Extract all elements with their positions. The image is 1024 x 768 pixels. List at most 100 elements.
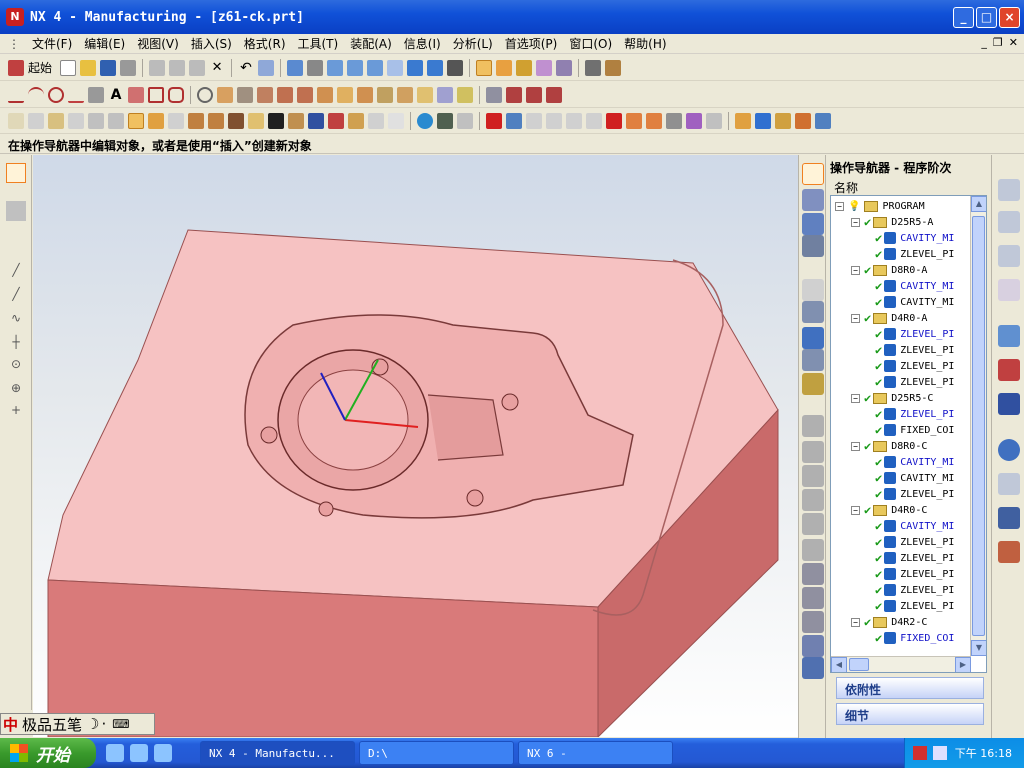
doc-minimize-button[interactable]: _ [981,36,987,49]
open-file-icon[interactable] [80,59,97,76]
system-materials-tab-icon[interactable] [998,541,1020,563]
tree-operation[interactable]: ✔ ZLEVEL_PI [875,358,954,374]
ime-keyboard-icon[interactable]: ⌨ [112,717,129,731]
tool-icon[interactable] [735,112,751,129]
point-tool-icon[interactable]: ┼ [6,335,26,355]
tool-lib-icon[interactable] [775,112,791,129]
show-desktop-icon[interactable] [130,744,148,762]
tree-vscrollbar[interactable]: ▲ ▼ [970,196,986,656]
details-section[interactable]: 细节 [836,703,984,725]
create-program-icon[interactable] [28,112,44,129]
boundary-icon[interactable] [586,112,602,129]
list-path-icon[interactable] [168,112,184,129]
menu-help[interactable]: 帮助(H) [624,35,666,52]
tree-operation[interactable]: ✔ ZLEVEL_PI [875,406,954,422]
graphics-viewport[interactable] [33,155,798,737]
save-icon[interactable] [100,59,117,76]
nav-geometry-icon[interactable] [802,213,824,235]
snap-icon[interactable] [496,59,513,76]
chamfer-icon[interactable] [297,86,313,103]
tree-operation[interactable]: ✔ CAVITY_MI [875,518,954,534]
media-player-icon[interactable] [154,744,172,762]
nav-tool-g-icon[interactable] [802,563,824,585]
nav-tool-k-icon[interactable] [802,657,824,679]
nav-tool-h-icon[interactable] [802,587,824,609]
offset-icon[interactable] [357,86,373,103]
ellipse-icon[interactable] [197,86,213,103]
tree-operation[interactable]: ✔ ZLEVEL_PI [875,486,954,502]
tree-operation[interactable]: ✔ ZLEVEL_PI [875,246,954,262]
shop-doc-icon[interactable] [308,112,324,129]
menu-analysis[interactable]: 分析(L) [453,35,493,52]
pattern-icon[interactable] [417,86,433,103]
tree-operation[interactable]: ✔ ZLEVEL_PI [875,326,954,342]
tree-operation[interactable]: ✔ CAVITY_MI [875,294,954,310]
nav-tool-e-icon[interactable] [802,513,824,535]
operation-tree[interactable]: ▲ ▼ ◀ ▶ − 💡 PROGRAM − ✔ D25R5-A ✔ CAVITY_MI ✔ ZLE… [830,195,987,673]
expand-toggle-icon[interactable]: − [835,201,844,211]
tray-app-icon[interactable] [912,746,927,760]
intersect-tool-icon[interactable]: + [6,403,26,423]
scroll-left-button[interactable]: ◀ [831,657,847,672]
tool-option-icon[interactable] [795,112,811,129]
nav-select-icon[interactable] [802,163,824,185]
close-button[interactable]: × [999,7,1020,28]
expand-toggle-icon[interactable]: − [851,617,860,627]
info-path-icon[interactable] [368,112,384,129]
quadrant-tool-icon[interactable]: ⊕ [6,381,26,401]
nav-view-icon[interactable] [802,349,824,371]
menu-assembly[interactable]: 装配(A) [350,35,392,52]
blank-icon[interactable] [388,112,404,129]
sheet-icon[interactable] [8,112,24,129]
geom-more-icon[interactable] [706,112,722,129]
tree-hscrollbar[interactable]: ◀ ▶ [831,656,971,672]
postprocess-icon[interactable] [288,112,304,129]
polygon-icon[interactable] [168,86,184,103]
tree-operation[interactable]: ✔ ZLEVEL_PI [875,566,954,582]
print-icon[interactable] [120,59,137,76]
zoom-region-icon[interactable] [307,59,324,76]
view-more-icon[interactable] [447,59,464,76]
flag-icon[interactable] [268,112,284,129]
menu-format[interactable]: 格式(R) [244,35,286,52]
history-tab-icon[interactable] [998,359,1020,381]
globe-icon[interactable] [417,112,433,129]
extrude-icon[interactable] [217,86,233,103]
curve-icon[interactable] [566,112,582,129]
curve-tool-icon[interactable] [486,86,502,103]
point-icon[interactable] [128,86,144,103]
layer-icon[interactable] [605,59,622,76]
snap-tool-icon[interactable] [6,201,26,221]
scroll-up-button[interactable]: ▲ [971,196,986,212]
ime-logo-icon[interactable]: 中 [3,714,18,735]
select-filter-icon[interactable] [476,59,493,76]
render-style-icon[interactable] [407,59,424,76]
nav-program-icon[interactable] [802,279,824,301]
check-geom-icon[interactable] [666,112,682,129]
expand-toggle-icon[interactable]: − [851,393,860,403]
project-curve-icon[interactable] [526,86,542,103]
tree-program-group[interactable]: − ✔ D4R0-C [851,502,927,518]
workpiece-icon[interactable] [486,112,502,129]
tree-operation[interactable]: ✔ ZLEVEL_PI [875,342,954,358]
circle-icon[interactable] [48,86,64,103]
perspective-icon[interactable] [387,59,404,76]
tree-operation[interactable]: ✔ ZLEVEL_PI [875,598,954,614]
menu-file[interactable]: 文件(F) [32,35,72,52]
mirror-icon[interactable] [437,86,453,103]
nav-machine-icon[interactable] [802,301,824,323]
tree-operation[interactable]: ✔ CAVITY_MI [875,278,954,294]
tree-operation[interactable]: ✔ CAVITY_MI [875,230,954,246]
menu-info[interactable]: 信息(I) [404,35,441,52]
create-tool-icon[interactable] [48,112,64,129]
trim-body-icon[interactable] [377,86,393,103]
rectangle-icon[interactable] [148,86,164,103]
tree-program-group[interactable]: − ✔ D4R2-C [851,614,927,630]
line-icon[interactable] [8,87,24,103]
fit-view-icon[interactable] [287,59,304,76]
start-button[interactable]: 开始 [0,738,96,768]
cut-icon[interactable] [149,59,166,76]
solid-icon[interactable] [606,112,622,129]
wall-icon[interactable] [646,112,662,129]
task-nx4[interactable]: NX 4 - Manufactu... [200,741,355,765]
